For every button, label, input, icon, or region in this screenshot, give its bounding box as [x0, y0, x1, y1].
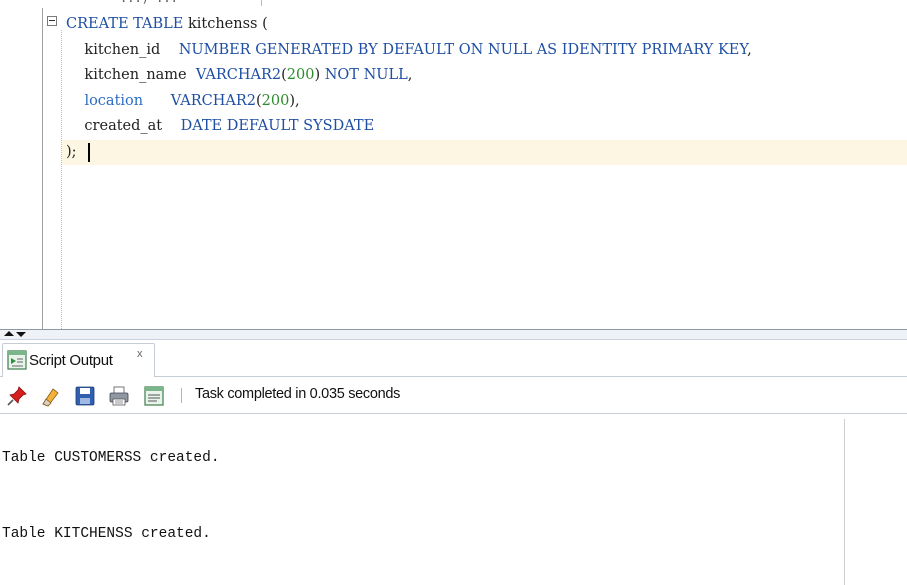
code-token: 200 — [261, 93, 290, 109]
code-token: ( — [257, 16, 268, 32]
code-token: NUMBER GENERATED BY DEFAULT ON NULL AS I… — [178, 42, 748, 58]
print-icon[interactable] — [108, 385, 130, 407]
panel-splitter[interactable] — [0, 329, 907, 340]
code-line-3[interactable]: kitchen_name VARCHAR2(200) NOT NULL, — [66, 63, 412, 88]
sql-worksheet-editor[interactable]: ...) ... CREATE TABLE kitchenss ( kitche… — [0, 0, 907, 329]
code-token: VARCHAR2 — [170, 93, 256, 109]
code-token: , — [747, 42, 752, 58]
code-token: ); — [66, 144, 77, 160]
code-token: ), — [289, 93, 300, 109]
script-icon[interactable] — [143, 385, 165, 407]
fold-guide — [61, 30, 62, 329]
expand-down-icon[interactable] — [16, 332, 26, 337]
output-tab-bar: Script Output x — [0, 340, 907, 377]
save-icon[interactable] — [74, 385, 96, 407]
code-token: ) — [314, 67, 325, 83]
line-gutter — [0, 8, 43, 329]
editor-tab-fragment[interactable]: ...) ... — [102, 0, 262, 6]
output-message-line: Table CUSTOMERSS created. — [2, 450, 220, 466]
close-icon[interactable]: x — [137, 348, 143, 360]
script-output-area[interactable]: Table CUSTOMERSS created. Table KITCHENS… — [0, 414, 907, 585]
code-token: location — [84, 93, 144, 109]
code-token: VARCHAR2 — [195, 67, 282, 83]
pin-icon[interactable] — [6, 385, 28, 407]
text-caret — [88, 143, 90, 162]
code-token: , — [407, 67, 413, 83]
code-token: NOT NULL — [324, 67, 408, 83]
code-token: 200 — [286, 67, 315, 83]
code-token: CREATE TABLE — [66, 16, 188, 32]
output-toolbar: Task completed in 0.035 seconds — [0, 377, 907, 414]
script-output-icon — [7, 350, 27, 370]
output-right-margin — [844, 419, 845, 585]
editor-tab-strip: ...) ... — [0, 0, 907, 8]
collapse-block-icon[interactable] — [47, 16, 57, 26]
code-line-2[interactable]: kitchen_id NUMBER GENERATED BY DEFAULT O… — [66, 38, 752, 63]
code-line-4[interactable]: location VARCHAR2(200), — [66, 89, 300, 114]
eraser-icon[interactable] — [38, 385, 60, 407]
tab-script-output-label: Script Output — [29, 352, 113, 369]
code-line-1[interactable]: CREATE TABLE kitchenss ( — [66, 12, 268, 37]
task-status-text: Task completed in 0.035 seconds — [195, 386, 401, 402]
code-token: kitchen_id — [66, 42, 179, 58]
code-token: kitchenss — [187, 16, 258, 32]
tab-script-output[interactable]: Script Output x — [2, 343, 155, 377]
code-line-6[interactable]: ); — [66, 140, 77, 165]
current-line-highlight — [62, 140, 907, 165]
code-token: kitchen_name — [66, 67, 196, 83]
output-message-line: Table KITCHENSS created. — [2, 526, 211, 542]
expand-up-icon[interactable] — [4, 331, 14, 336]
code-line-5[interactable]: created_at DATE DEFAULT SYSDATE — [66, 114, 374, 139]
code-token: DATE DEFAULT SYSDATE — [180, 118, 375, 134]
editor-tab-fragment-label: ...) ... — [120, 0, 178, 5]
code-token: created_at — [66, 118, 181, 134]
toolbar-divider — [181, 388, 182, 403]
